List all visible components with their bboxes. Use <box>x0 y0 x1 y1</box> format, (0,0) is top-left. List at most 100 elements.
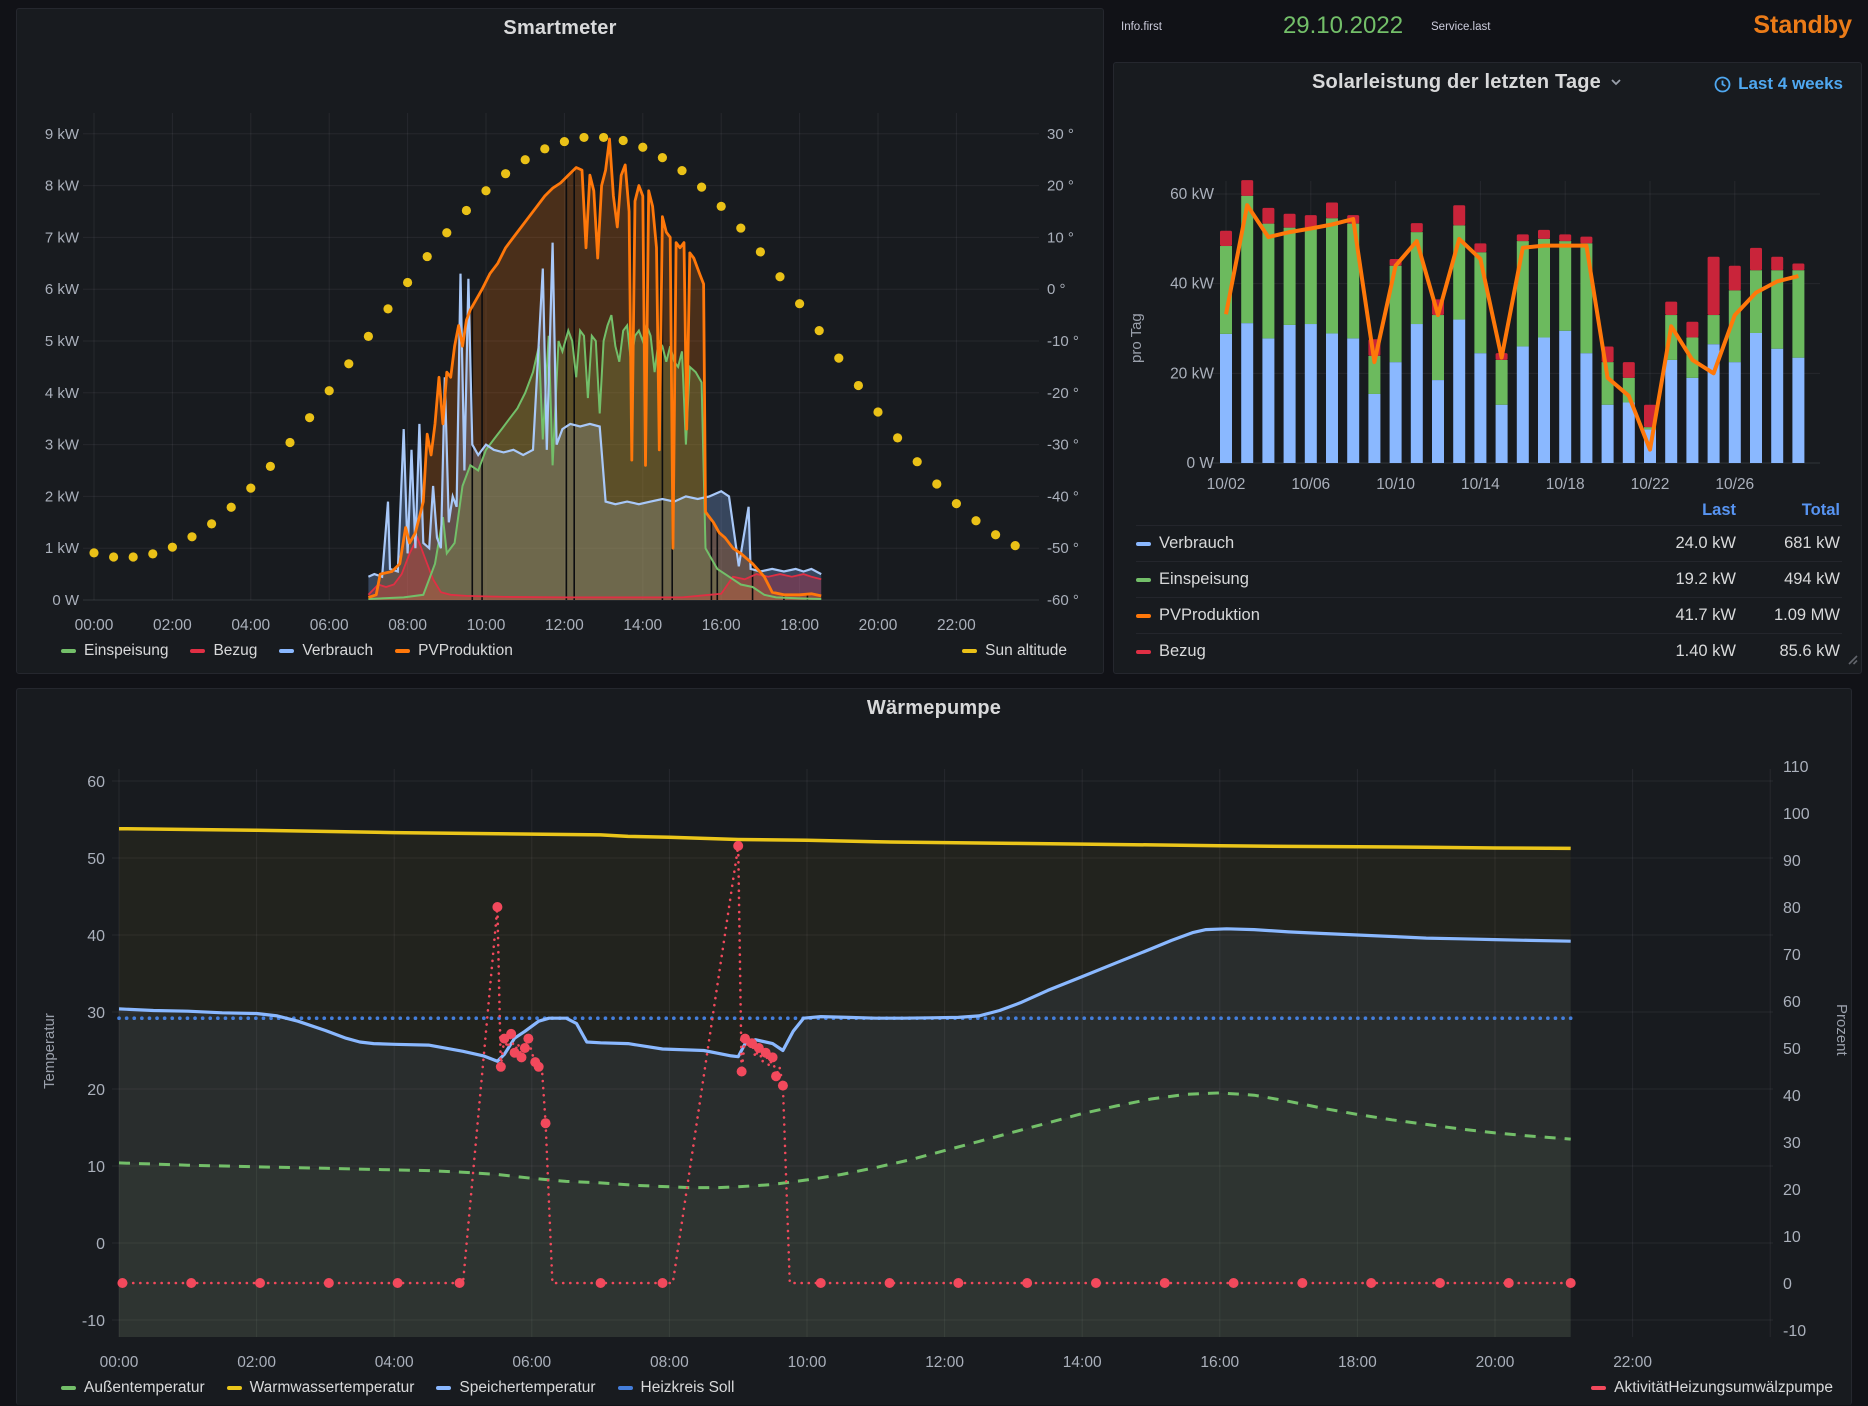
col-header-last[interactable]: Last <box>1636 501 1736 520</box>
axis-tick-label: 06:00 <box>310 617 349 634</box>
bar-bezug[interactable] <box>1517 234 1529 241</box>
axis-tick-label: 60 <box>87 774 105 791</box>
bar-verbrauch[interactable] <box>1262 338 1274 463</box>
bar-einspeisung[interactable] <box>1538 239 1550 338</box>
aktivitaet-marker <box>1504 1278 1514 1288</box>
bar-verbrauch[interactable] <box>1390 362 1402 463</box>
bar-bezug[interactable] <box>1262 208 1274 224</box>
legend-item[interactable]: Verbrauch <box>279 642 373 660</box>
bar-verbrauch[interactable] <box>1771 349 1783 463</box>
bar-verbrauch[interactable] <box>1411 324 1423 463</box>
table-row[interactable]: Einspeisung19.2 kW494 kW <box>1136 561 1842 597</box>
bar-verbrauch[interactable] <box>1432 380 1444 463</box>
legend-item[interactable]: Einspeisung <box>61 642 168 660</box>
bar-bezug[interactable] <box>1411 223 1423 232</box>
bar-bezug[interactable] <box>1708 257 1720 315</box>
table-row[interactable]: Verbrauch24.0 kW681 kW <box>1136 525 1842 561</box>
bar-bezug[interactable] <box>1538 230 1550 239</box>
bar-verbrauch[interactable] <box>1326 333 1338 463</box>
aktivitaet-marker <box>393 1278 403 1288</box>
bar-bezug[interactable] <box>1559 234 1571 241</box>
date-value: 29.10.2022 <box>1257 12 1429 40</box>
sun-altitude-dot <box>207 519 216 528</box>
bar-einspeisung[interactable] <box>1262 224 1274 339</box>
axis-tick-label: 10 ° <box>1047 229 1074 246</box>
bar-einspeisung[interactable] <box>1284 228 1296 325</box>
bar-verbrauch[interactable] <box>1559 331 1571 463</box>
bar-verbrauch[interactable] <box>1750 333 1762 463</box>
legend-item[interactable]: AktivitätHeizungsumwälzpumpe <box>1591 1379 1833 1397</box>
sun-altitude-dot <box>462 206 471 215</box>
bar-verbrauch[interactable] <box>1538 337 1550 463</box>
legend-item[interactable]: Warmwassertemperatur <box>227 1379 415 1397</box>
bar-verbrauch[interactable] <box>1453 320 1465 463</box>
bar-bezug[interactable] <box>1474 243 1486 252</box>
bar-verbrauch[interactable] <box>1602 405 1614 463</box>
axis-tick-label: 30 <box>87 1005 105 1022</box>
resize-handle-icon[interactable] <box>1846 652 1858 670</box>
bar-verbrauch[interactable] <box>1792 358 1804 463</box>
table-row[interactable]: PVProduktion41.7 kW1.09 MW <box>1136 597 1842 633</box>
bar-bezug[interactable] <box>1771 257 1783 270</box>
bar-bezug[interactable] <box>1453 205 1465 225</box>
bar-einspeisung[interactable] <box>1792 270 1804 357</box>
value-total: 85.6 kW <box>1744 642 1842 661</box>
legend-item[interactable]: Sun altitude <box>962 642 1067 660</box>
bar-bezug[interactable] <box>1241 180 1253 196</box>
axis-tick-label: 00:00 <box>100 1354 139 1371</box>
bar-einspeisung[interactable] <box>1559 241 1571 331</box>
axis-tick-label: 30 <box>1783 1135 1801 1152</box>
sun-altitude-dot <box>854 381 863 390</box>
col-header-total[interactable]: Total <box>1744 501 1842 520</box>
sun-altitude-dot <box>423 252 432 261</box>
bar-verbrauch[interactable] <box>1665 360 1677 463</box>
legend-item[interactable]: Speichertemperatur <box>436 1379 595 1397</box>
table-row[interactable]: Bezug1.40 kW85.6 kW <box>1136 633 1842 669</box>
bar-bezug[interactable] <box>1792 264 1804 271</box>
bar-verbrauch[interactable] <box>1284 325 1296 463</box>
aktivitaet-marker <box>455 1278 465 1288</box>
aktivitaet-marker <box>1435 1278 1445 1288</box>
bar-verbrauch[interactable] <box>1474 353 1486 463</box>
bar-verbrauch[interactable] <box>1347 338 1359 463</box>
legend-item[interactable]: PVProduktion <box>395 642 513 660</box>
bar-bezug[interactable] <box>1729 266 1741 291</box>
bar-bezug[interactable] <box>1220 231 1232 246</box>
info-first-label: Info.first <box>1121 21 1162 33</box>
table-header: Last Total <box>1136 495 1842 525</box>
bar-einspeisung[interactable] <box>1432 315 1444 380</box>
bar-verbrauch[interactable] <box>1496 405 1508 463</box>
bar-bezug[interactable] <box>1665 302 1677 315</box>
bar-einspeisung[interactable] <box>1326 218 1338 333</box>
legend-item[interactable]: Bezug <box>190 642 257 660</box>
legend-item[interactable]: Außentemperatur <box>61 1379 205 1397</box>
axis-tick-label: 22:00 <box>1613 1354 1652 1371</box>
bar-verbrauch[interactable] <box>1241 323 1253 463</box>
bar-verbrauch[interactable] <box>1368 394 1380 463</box>
bar-verbrauch[interactable] <box>1686 378 1698 463</box>
axis-tick-label: 40 <box>1783 1088 1801 1105</box>
bar-bezug[interactable] <box>1750 248 1762 270</box>
legend-item[interactable]: Heizkreis Soll <box>618 1379 735 1397</box>
bar-bezug[interactable] <box>1623 362 1635 378</box>
bar-bezug[interactable] <box>1284 214 1296 228</box>
bar-verbrauch[interactable] <box>1220 334 1232 463</box>
sun-altitude-dot <box>971 516 980 525</box>
bar-einspeisung[interactable] <box>1750 270 1762 333</box>
bar-bezug[interactable] <box>1326 203 1338 219</box>
sun-altitude-dot <box>560 137 569 146</box>
bar-verbrauch[interactable] <box>1305 324 1317 463</box>
bar-bezug[interactable] <box>1580 237 1592 244</box>
bar-verbrauch[interactable] <box>1729 362 1741 463</box>
axis-tick-label: 2 kW <box>45 488 80 505</box>
bar-einspeisung[interactable] <box>1708 315 1720 344</box>
bar-verbrauch[interactable] <box>1580 353 1592 463</box>
bar-einspeisung[interactable] <box>1305 228 1317 324</box>
bar-bezug[interactable] <box>1686 322 1698 338</box>
aktivitaet-marker <box>1297 1278 1307 1288</box>
sun-altitude-dot <box>599 133 608 142</box>
bar-verbrauch[interactable] <box>1517 346 1529 463</box>
sun-altitude-dot <box>246 484 255 493</box>
bar-einspeisung[interactable] <box>1496 360 1508 405</box>
axis-tick-label: 20 <box>1783 1182 1801 1199</box>
